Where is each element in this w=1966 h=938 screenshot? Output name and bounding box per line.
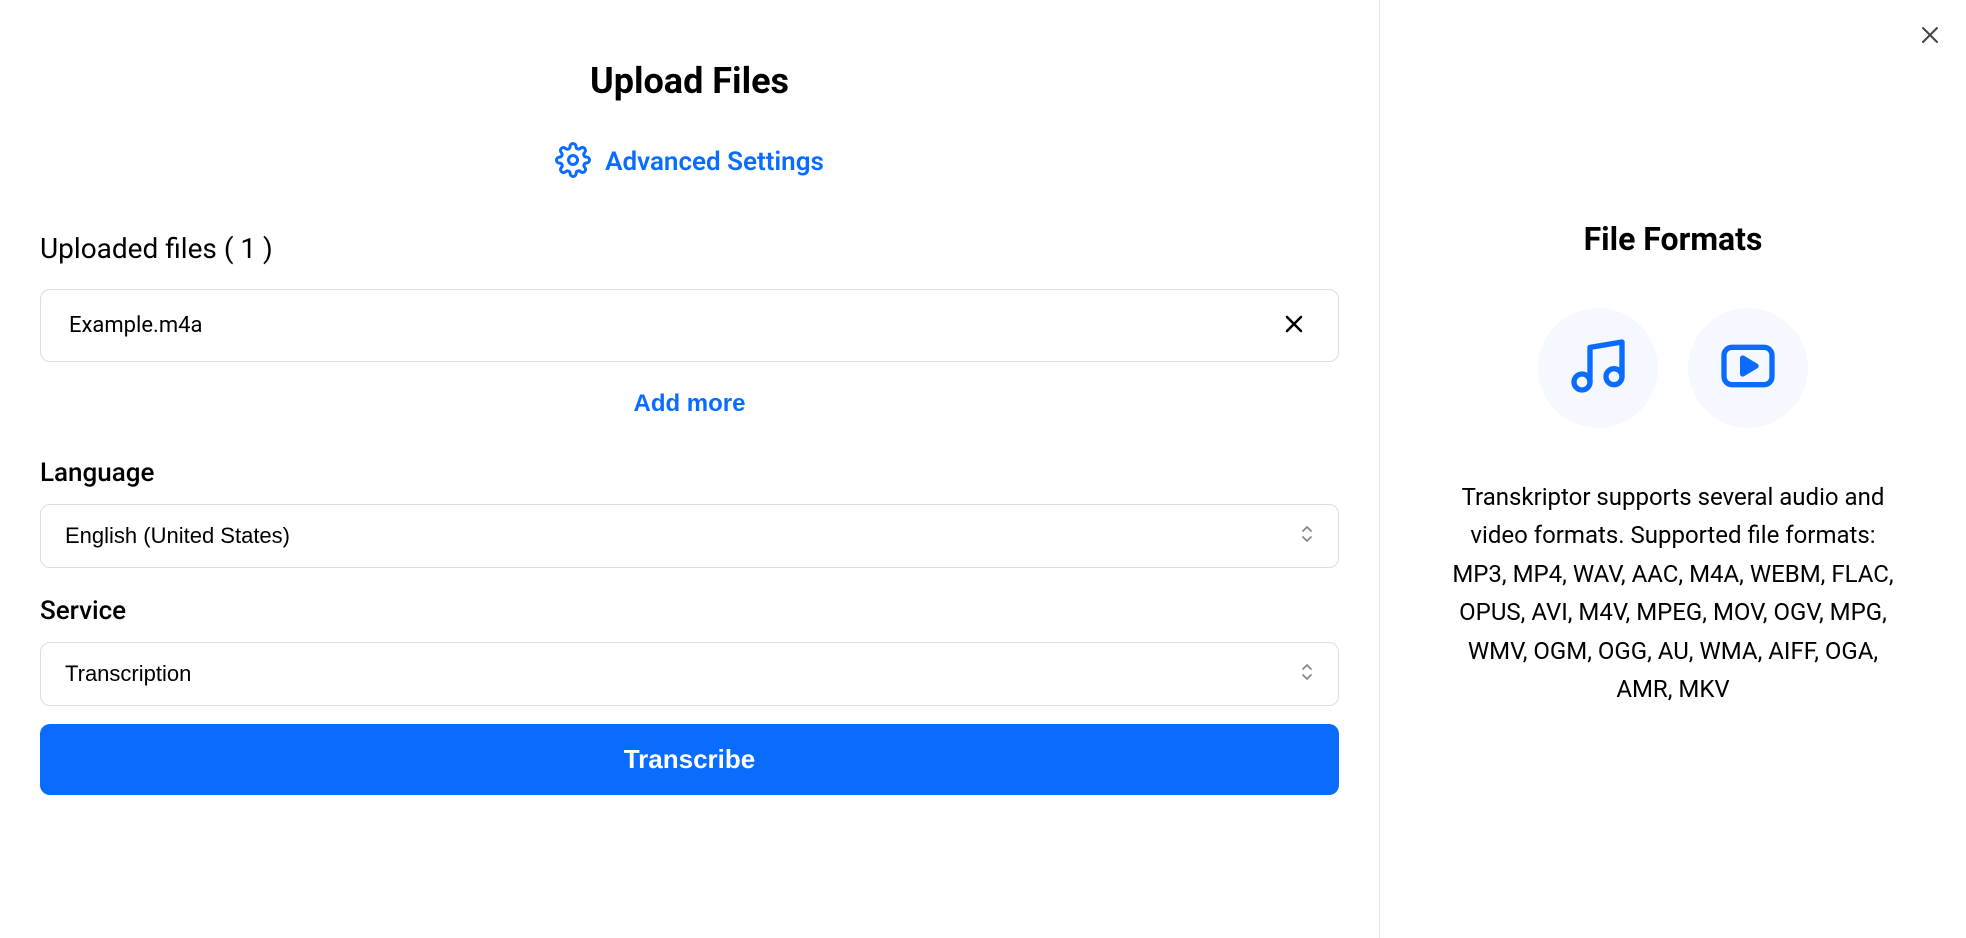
audio-format-icon-wrapper [1538, 308, 1658, 428]
file-formats-title: File Formats [1440, 220, 1906, 258]
service-label: Service [40, 596, 1339, 626]
close-icon [1282, 312, 1306, 339]
gear-icon [555, 142, 591, 182]
upload-panel: Upload Files Advanced Settings Uploaded … [0, 0, 1380, 938]
file-formats-description: Transkriptor supports several audio and … [1440, 478, 1906, 708]
format-icons-row [1440, 308, 1906, 428]
file-formats-panel: File Formats [1380, 0, 1966, 938]
close-button[interactable] [1914, 20, 1946, 52]
video-play-icon [1716, 334, 1780, 402]
music-note-icon [1566, 334, 1630, 402]
service-select[interactable]: Transcription [40, 642, 1339, 706]
language-select[interactable]: English (United States) [40, 504, 1339, 568]
page-title: Upload Files [40, 60, 1339, 102]
advanced-settings-button[interactable]: Advanced Settings [40, 142, 1339, 182]
advanced-settings-label: Advanced Settings [605, 147, 824, 177]
uploaded-files-heading: Uploaded files ( 1 ) [40, 232, 1339, 265]
uploaded-file-row: Example.m4a [40, 289, 1339, 362]
close-icon [1918, 23, 1942, 50]
language-label: Language [40, 458, 1339, 488]
video-format-icon-wrapper [1688, 308, 1808, 428]
file-name: Example.m4a [69, 313, 202, 338]
remove-file-button[interactable] [1278, 308, 1310, 343]
transcribe-button[interactable]: Transcribe [40, 724, 1339, 795]
add-more-button[interactable]: Add more [633, 390, 745, 418]
